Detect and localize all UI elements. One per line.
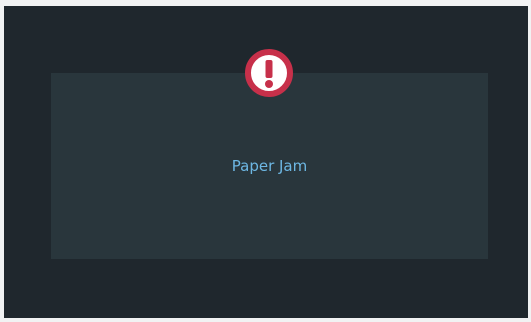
error-dialog-panel: Paper Jam (51, 73, 488, 259)
printer-screen: Paper Jam (4, 6, 528, 318)
error-message: Paper Jam (231, 157, 308, 175)
exclamation-alert-icon (244, 48, 294, 98)
